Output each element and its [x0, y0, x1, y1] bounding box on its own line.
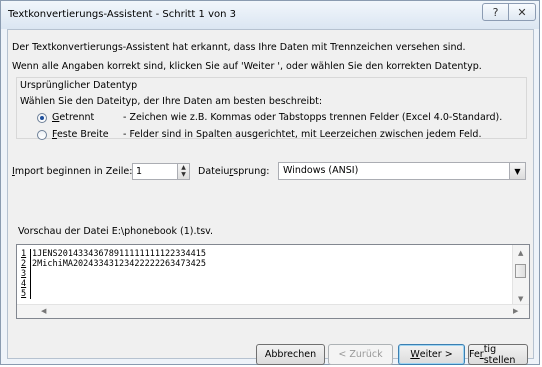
file-origin-label: Dateiursprung:	[198, 166, 270, 177]
cancel-button[interactable]: Abbrechen	[256, 344, 325, 365]
title-bar: Textkonvertierungs-Assistent - Schritt 1…	[1, 1, 539, 29]
preview-content: 1 1JENS20143343678911111111122334415 2 2Mi…	[21, 249, 206, 299]
vertical-scroll-thumb[interactable]	[515, 264, 526, 278]
import-row-input[interactable]: 1	[132, 163, 178, 180]
back-button[interactable]: < Zurück	[328, 344, 393, 365]
radio-fixed-width[interactable]	[37, 130, 47, 140]
radio-fixed-width-desc: - Felder sind in Spalten ausgerichtet, m…	[123, 129, 482, 140]
preview-horizontal-scrollbar[interactable]: ◀ ▶	[17, 304, 529, 318]
datatype-prompt: Wählen Sie den Dateityp, der Ihre Daten …	[20, 96, 323, 107]
dropdown-arrow-icon[interactable]: ▼	[509, 163, 525, 179]
close-button[interactable]: ✕	[508, 3, 536, 21]
help-button[interactable]: ?	[482, 3, 509, 21]
intro-line-1: Der Textkonvertierungs-Assistent hat erk…	[12, 42, 466, 53]
preview-panel[interactable]: 1 1JENS20143343678911111111122334415 2 2Mi…	[16, 244, 530, 319]
help-icon: ?	[492, 5, 499, 19]
import-row-spinner[interactable]: ▲ ▼	[177, 163, 190, 180]
file-origin-value: Windows (ANSI)	[283, 165, 359, 176]
radio-delimited-label: etrennt	[59, 112, 95, 123]
file-origin-select[interactable]: Windows (ANSI) ▼	[278, 162, 526, 180]
preview-row: 4	[21, 279, 206, 289]
dialog-body: Der Textkonvertierungs-Assistent hat erk…	[7, 29, 534, 366]
preview-row: 1 1JENS20143343678911111111122334415	[21, 249, 206, 259]
spin-down-icon[interactable]: ▼	[178, 171, 189, 178]
scroll-right-icon[interactable]: ▶	[513, 307, 518, 315]
spin-up-icon[interactable]: ▲	[178, 164, 189, 171]
scroll-up-icon[interactable]: ▲	[518, 249, 523, 257]
preview-row: 2 2MichiMA20243343123422222263473425	[21, 259, 206, 269]
datatype-group-label: Ursprünglicher Datentyp	[20, 80, 138, 91]
wizard-window: Textkonvertierungs-Assistent - Schritt 1…	[0, 0, 540, 366]
preview-row: 3	[21, 269, 206, 279]
intro-line-2: Wenn alle Angaben korrekt sind, klicken …	[12, 61, 482, 72]
preview-row: 5	[21, 289, 206, 299]
scroll-left-icon[interactable]: ◀	[41, 307, 46, 315]
radio-fixed-width-label: este Breite	[56, 129, 109, 140]
window-title: Textkonvertierungs-Assistent - Schritt 1…	[8, 9, 236, 20]
preview-vertical-scrollbar[interactable]: ▲ ▼	[512, 245, 529, 306]
close-icon: ✕	[517, 5, 527, 19]
radio-delimited-desc: - Zeichen wie z.B. Kommas oder Tabstopps…	[123, 112, 503, 123]
import-row-label: Import beginnen in Zeile:	[12, 166, 133, 177]
finish-button[interactable]: Fe r tig stellen	[468, 344, 528, 366]
scroll-down-icon[interactable]: ▼	[518, 295, 523, 303]
next-button[interactable]: Weiter >	[398, 344, 465, 365]
preview-label: Vorschau der Datei E:\phonebook (1).tsv.	[18, 226, 214, 237]
radio-delimited[interactable]	[37, 113, 47, 123]
